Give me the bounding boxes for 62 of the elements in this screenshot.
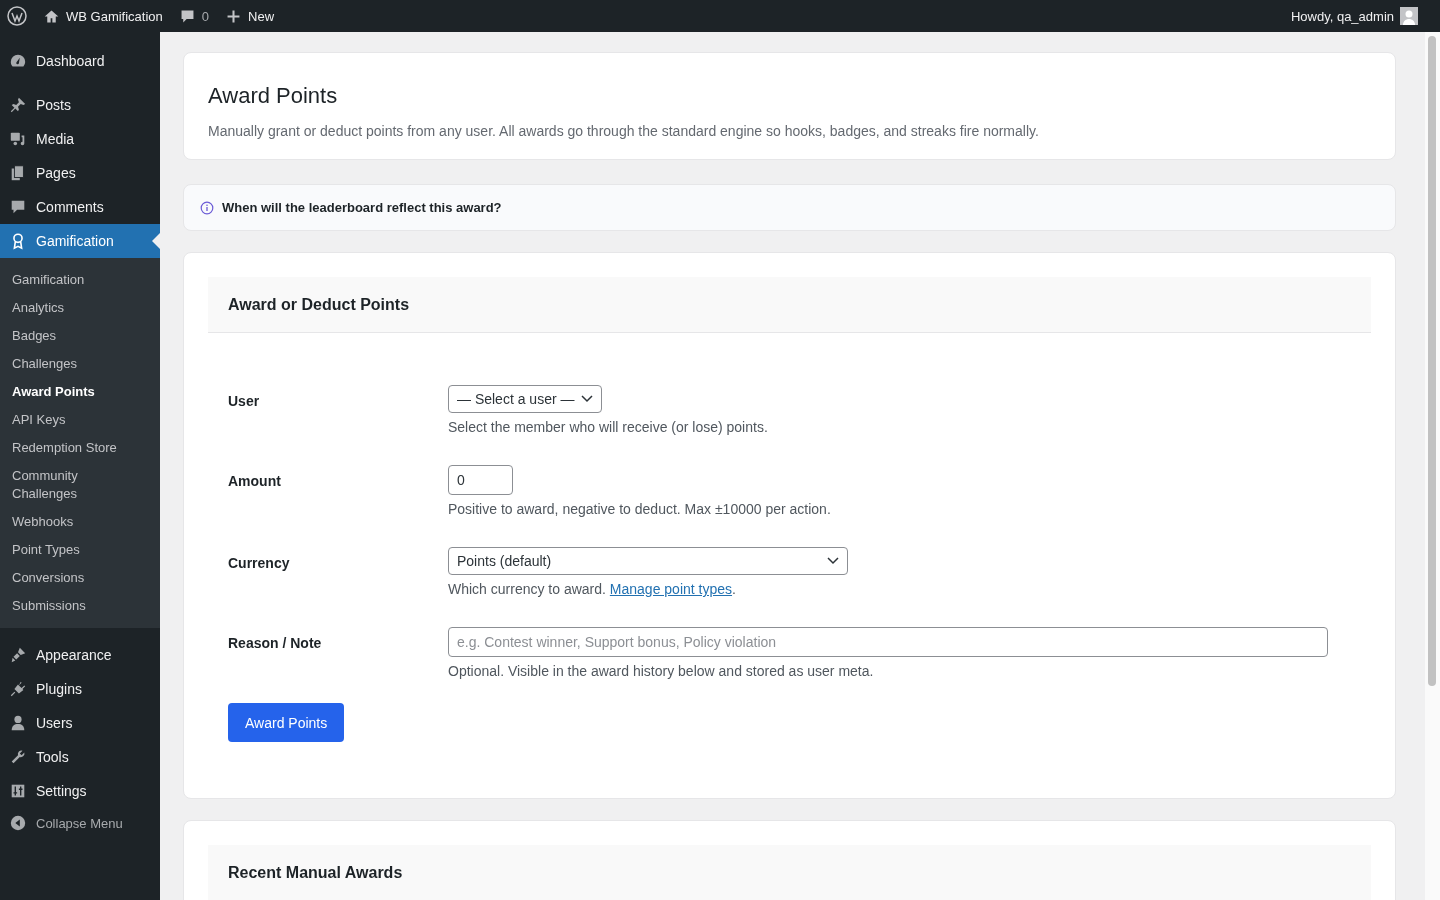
submenu-item[interactable]: Webhooks [0,508,160,536]
submenu-item[interactable]: Challenges [0,350,160,378]
submenu-item[interactable]: Badges [0,322,160,350]
plug-icon [9,680,27,698]
menu-item[interactable]: Appearance [0,638,160,672]
field-label: Reason / Note [228,634,323,653]
account-link[interactable]: Howdy, qa_admin [1290,7,1418,25]
page-description: Manually grant or deduct points from any user. All awards go through the standard engine so hooks, badges, and streaks fire normally. [208,123,1040,139]
field-label: Amount [228,472,282,491]
award-points-button[interactable]: Award Points [228,703,345,742]
submenu-item[interactable]: Redemption Store [0,434,160,462]
media-icon [9,130,27,148]
avatar-icon [1400,7,1418,25]
notice-text: When will the leaderboard reflect this award? [222,200,502,215]
form-heading: Award or Deduct Points [228,295,410,314]
user-icon [9,714,27,732]
chevron-down-icon [827,557,839,565]
sliders-icon [9,782,27,800]
menu-item[interactable]: Gamification [0,224,160,258]
menu-item[interactable]: Media [0,122,160,156]
reason-field[interactable]: e.g. Contest winner, Support bonus, Policy violation [448,627,1328,657]
pushpin-icon [9,96,27,114]
menu-item[interactable]: Plugins [0,672,160,706]
info-icon [200,200,214,215]
field-label: Currency [228,554,291,573]
user-select[interactable]: — Select a user — [448,385,602,413]
submenu-item[interactable]: Submissions [0,592,160,620]
left-arrow-circle-icon [9,814,27,832]
comments-link[interactable]: 0 [178,7,210,25]
field-label: User [228,392,261,411]
menu-item[interactable]: Pages [0,156,160,190]
page-title: Award Points [208,83,339,109]
field-help-text: Positive to award, negative to deduct. Max ±10000 per action. [448,501,832,517]
menu-item[interactable]: Dashboard [0,44,160,78]
menu-item[interactable]: Users [0,706,160,740]
submenu-item[interactable]: API Keys [0,406,160,434]
collapse-menu-button[interactable]: Collapse Menu [0,808,160,838]
submenu-item[interactable]: Community Challenges [0,462,160,508]
menu-item[interactable]: Tools [0,740,160,774]
scrollbar[interactable] [1425,32,1440,900]
new-content-link[interactable]: New [225,7,275,25]
notice-toggle[interactable]: When will the leaderboard reflect this award? [183,184,1396,231]
site-name-link[interactable]: WB Gamification [43,7,163,25]
submenu-item[interactable]: Conversions [0,564,160,592]
menu-item[interactable]: Posts [0,88,160,122]
menu-item[interactable]: Settings [0,774,160,808]
wordpress-logo-icon[interactable] [7,6,27,26]
menu-item[interactable]: Comments [0,190,160,224]
recent-heading: Recent Manual Awards [228,863,403,882]
field-help-text: Which currency to award. Manage point types. [448,581,737,597]
submenu-item[interactable]: Point Types [0,536,160,564]
submenu-item[interactable]: Analytics [0,294,160,322]
submenu-item[interactable]: Award Points [0,378,160,406]
amount-field[interactable]: 0 [448,465,513,495]
currency-select[interactable]: Points (default) [448,547,848,575]
chevron-down-icon [580,395,593,403]
pages-icon [9,164,27,182]
submenu-item[interactable]: Gamification [0,266,160,294]
field-help-text: Select the member who will receive (or lose) points. [448,419,769,435]
brush-icon [9,646,27,664]
field-help-text: Optional. Visible in the award history below and stored as user meta. [448,663,875,679]
wrench-icon [9,748,27,766]
